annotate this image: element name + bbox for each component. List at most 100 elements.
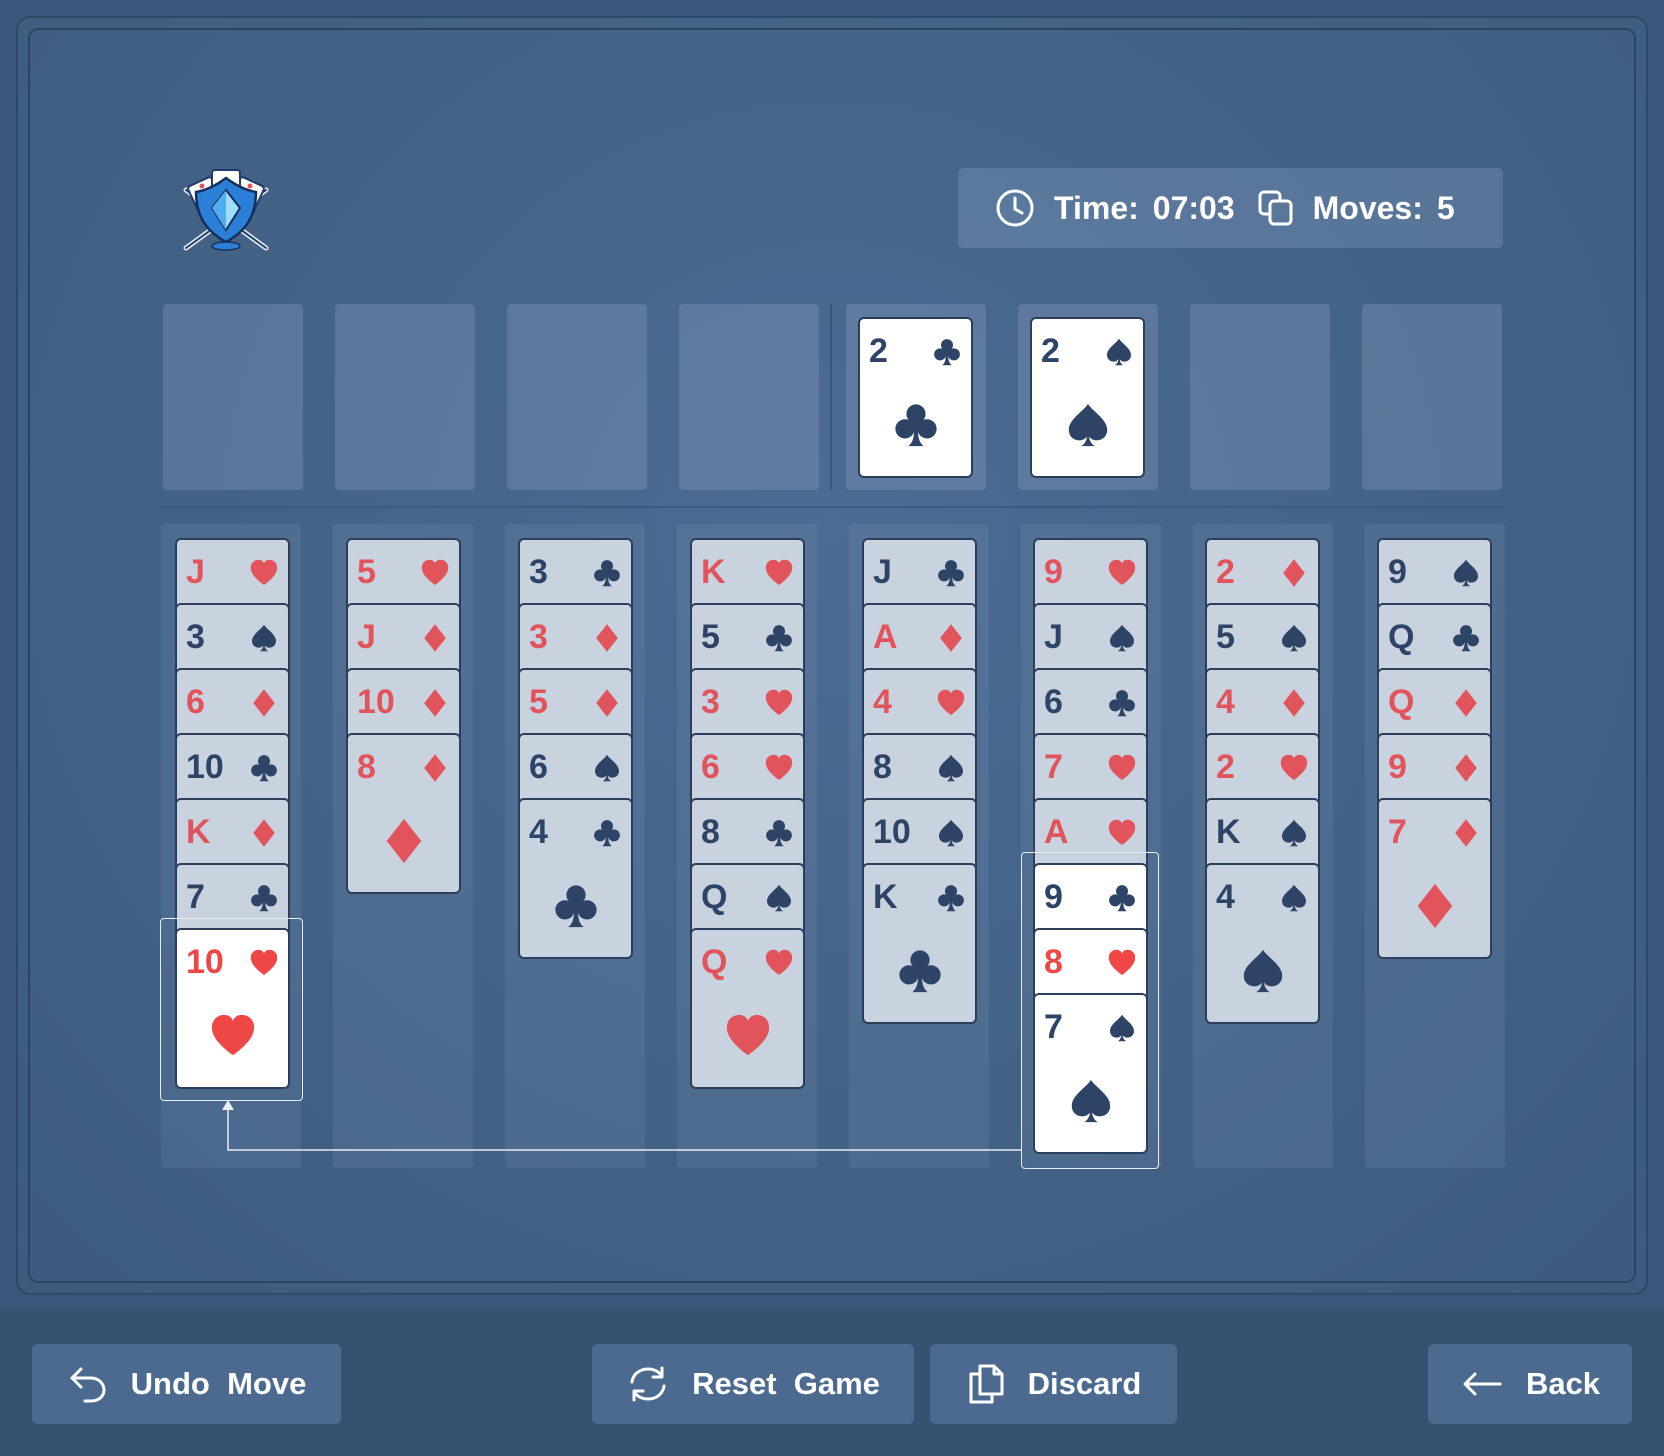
foundation-slot[interactable] [1190,304,1330,490]
card-q-of-hearts[interactable]: Q [690,928,805,1089]
diamond-suit-icon [249,688,279,718]
heart-suit-icon [249,558,279,588]
club-suit-icon [932,337,962,367]
diamond-suit-icon [420,753,450,783]
heart-suit-icon [1107,818,1137,848]
card-rank: 6 [1044,683,1063,721]
arrow-left-icon [1463,1372,1502,1396]
refresh-icon [630,1366,666,1402]
card-2-of-spades[interactable]: 2 [1030,317,1145,478]
card-rank: 6 [701,748,720,786]
heart-suit-icon [764,948,794,978]
card-4-of-spades[interactable]: 4 [1205,863,1320,1024]
card-rank: J [186,553,205,591]
card-rank: 4 [873,683,892,721]
club-suit-icon [249,753,279,783]
club-suit-icon [1451,623,1481,653]
diamond-suit-icon [249,818,279,848]
spade-suit-icon [249,623,279,653]
card-rank: 5 [1216,618,1235,656]
spade-suit-icon [764,883,794,913]
card-rank: 5 [357,553,376,591]
clock-icon [996,189,1034,227]
card-rank: A [873,618,898,656]
card-rank: 5 [529,683,548,721]
diamond-suit-icon [1451,688,1481,718]
card-k-of-clubs[interactable]: K [862,863,977,1024]
tableau-divider [160,506,1504,508]
card-rank: 9 [1388,553,1407,591]
free-cell-slot[interactable] [163,304,303,490]
spade-suit-icon [1104,337,1134,367]
diamond-suit-icon [592,623,622,653]
free-cell-slot[interactable] [507,304,647,490]
diamond-suit-large-icon [380,817,428,865]
card-shield-swords-logo-icon [183,169,269,251]
card-4-of-clubs[interactable]: 4 [518,798,633,959]
club-suit-icon [249,883,279,913]
reset-game-label: Reset Game [692,1366,880,1401]
card-rank: 7 [1044,748,1063,786]
spade-suit-icon [936,818,966,848]
card-rank: 4 [529,813,548,851]
back-label: Back [1525,1366,1601,1401]
diamond-suit-icon [1279,688,1309,718]
freecell-foundation-divider [830,304,832,490]
card-rank: 8 [701,813,720,851]
diamond-suit-icon [420,623,450,653]
card-rank: Q [1388,618,1415,656]
club-suit-icon [764,818,794,848]
card-rank: 4 [1216,878,1235,916]
card-rank: 2 [1216,553,1235,591]
foundation-slot[interactable] [1362,304,1502,490]
spade-suit-icon [592,753,622,783]
spade-suit-icon [1279,623,1309,653]
reset-game-button[interactable]: Reset Game [592,1344,914,1424]
card-rank: 10 [873,813,911,851]
heart-suit-icon [764,753,794,783]
club-suit-icon [936,558,966,588]
undo-arrow-icon [70,1367,106,1403]
card-7-of-diamonds[interactable]: 7 [1377,798,1492,959]
club-suit-icon [764,623,794,653]
card-2-of-clubs[interactable]: 2 [858,317,973,478]
heart-suit-icon [1279,753,1309,783]
discard-label: Discard [1027,1366,1142,1401]
card-rank: 8 [873,748,892,786]
card-rank: 3 [529,618,548,656]
free-cell-slot[interactable] [679,304,819,490]
club-suit-icon [936,883,966,913]
card-rank: K [186,813,211,851]
heart-suit-icon [1107,753,1137,783]
card-rank: 7 [186,878,205,916]
club-suit-icon [592,818,622,848]
spade-suit-icon [1279,818,1309,848]
diamond-suit-icon [420,688,450,718]
card-rank: 6 [529,748,548,786]
diamond-suit-icon [1451,818,1481,848]
card-rank: 8 [357,748,376,786]
time-value: 07:03 [1152,189,1235,226]
card-rank: 2 [1216,748,1235,786]
diamond-suit-icon [1451,753,1481,783]
card-rank: Q [701,943,728,981]
moves-label: Moves: [1312,189,1423,226]
stats-panel: Time: 07:03 Moves: 5 [958,168,1503,248]
card-8-of-diamonds[interactable]: 8 [346,733,461,894]
spade-suit-icon [1107,623,1137,653]
club-suit-large-icon [896,947,944,995]
discard-button[interactable]: Discard [930,1344,1177,1424]
free-cell-slot[interactable] [335,304,475,490]
card-rank: 9 [1388,748,1407,786]
club-suit-large-icon [892,401,940,449]
card-rank: A [1044,813,1069,851]
card-rank: J [357,618,376,656]
heart-suit-icon [1107,558,1137,588]
card-rank: 9 [1044,553,1063,591]
time-label: Time: [1054,189,1139,226]
back-button[interactable]: Back [1428,1344,1632,1424]
moves-value: 5 [1436,189,1455,226]
card-rank: 3 [529,553,548,591]
card-rank: 6 [186,683,205,721]
undo-move-button[interactable]: Undo Move [32,1344,341,1424]
